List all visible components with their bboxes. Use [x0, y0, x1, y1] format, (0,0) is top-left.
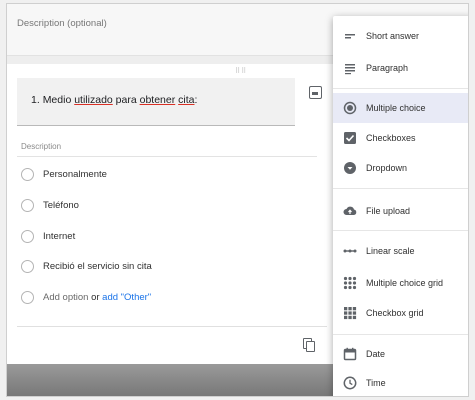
menu-item-multiple-choice-grid[interactable]: Multiple choice grid	[333, 268, 468, 298]
drag-handle-icon[interactable]: ⠿⠿	[235, 67, 247, 75]
menu-item-checkboxes[interactable]: Checkboxes	[333, 123, 468, 153]
add-option-link[interactable]: Add option	[43, 292, 88, 303]
menu-divider	[333, 88, 468, 89]
cloud-upload-icon	[343, 206, 357, 215]
add-option-text: Add option or add "Other"	[43, 291, 152, 303]
checkbox-grid-icon	[344, 307, 357, 320]
option-label[interactable]: Recibió el servicio sin cita	[43, 261, 152, 272]
menu-divider	[333, 334, 468, 335]
duplicate-icon[interactable]	[303, 338, 316, 353]
short-answer-icon	[345, 34, 355, 39]
menu-divider	[333, 230, 468, 231]
radio-icon	[21, 167, 34, 181]
option-row[interactable]: Internet	[21, 228, 75, 244]
question-description-field[interactable]: Description	[21, 142, 61, 151]
add-option-row[interactable]: Add option or add "Other"	[21, 289, 151, 305]
question-title-field[interactable]: 1. Medio utilizado para obtener cita:	[17, 78, 295, 126]
menu-item-multiple-choice[interactable]: Multiple choice	[333, 93, 468, 123]
form-description-field[interactable]: Description (optional)	[17, 18, 107, 29]
option-label[interactable]: Teléfono	[43, 200, 79, 211]
linear-scale-icon	[343, 249, 357, 253]
radio-icon	[21, 198, 34, 212]
option-row[interactable]: Teléfono	[21, 197, 79, 213]
option-row[interactable]: Recibió el servicio sin cita	[21, 258, 152, 274]
option-row[interactable]: Personalmente	[21, 166, 107, 182]
add-other-link[interactable]: add "Other"	[102, 292, 151, 303]
form-editor: Description (optional) ⠿⠿ 1. Medio utili…	[6, 3, 469, 397]
radio-icon	[21, 229, 34, 243]
divider	[17, 156, 317, 157]
grid-icon	[343, 276, 357, 290]
menu-item-date[interactable]: Date	[333, 339, 468, 369]
menu-item-time[interactable]: Time	[333, 368, 468, 396]
option-label[interactable]: Personalmente	[43, 169, 107, 180]
menu-item-short-answer[interactable]: Short answer	[333, 21, 468, 51]
menu-divider	[333, 188, 468, 189]
menu-item-checkbox-grid[interactable]: Checkbox grid	[333, 298, 468, 328]
add-image-icon[interactable]	[309, 86, 322, 99]
paragraph-icon	[345, 64, 355, 75]
option-label[interactable]: Internet	[43, 231, 75, 242]
clock-icon	[343, 376, 357, 390]
menu-item-file-upload[interactable]: File upload	[333, 196, 468, 226]
calendar-icon	[343, 347, 357, 361]
menu-item-paragraph[interactable]: Paragraph	[333, 53, 468, 83]
question-type-menu[interactable]: Short answer Paragraph Multiple choice C…	[333, 16, 468, 396]
menu-item-dropdown[interactable]: Dropdown	[333, 153, 468, 183]
radio-icon	[21, 290, 34, 304]
question-title: 1. Medio utilizado para obtener cita:	[31, 94, 198, 106]
radio-icon	[21, 259, 34, 273]
divider	[17, 326, 327, 327]
checkbox-icon	[344, 132, 356, 144]
radio-icon	[343, 101, 357, 115]
menu-item-linear-scale[interactable]: Linear scale	[333, 236, 468, 266]
dropdown-icon	[344, 162, 356, 174]
